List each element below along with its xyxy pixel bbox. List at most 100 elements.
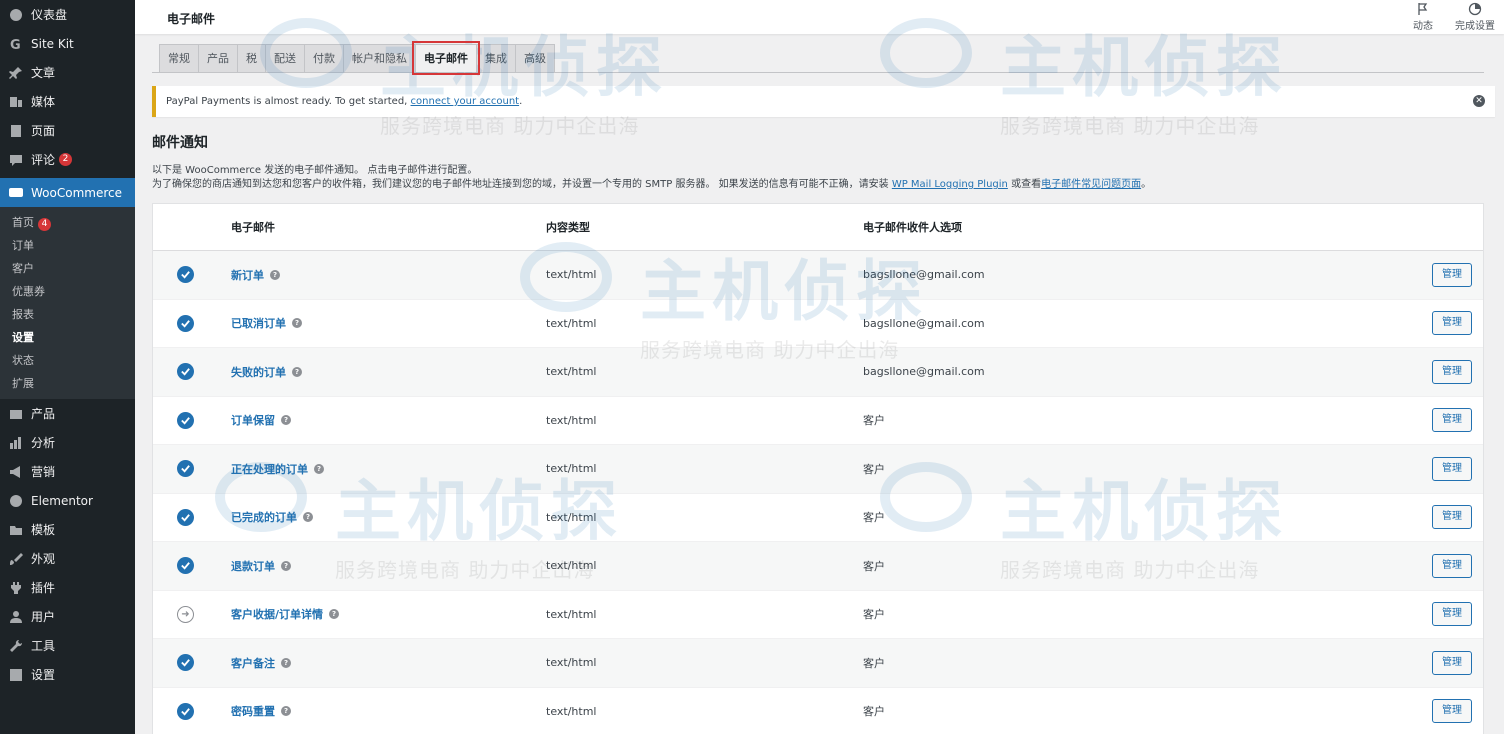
sidebar-item-b4[interactable]: 模板 [0,515,135,544]
table-row: 已完成的订单? text/html 客户 管理 [153,494,1483,542]
email-name-link[interactable]: 订单保留? [231,397,291,445]
tab-5[interactable]: 帐户和隐私 [343,44,416,72]
sidebar-item-t6[interactable]: WooCommerce [0,178,135,207]
email-name-link[interactable]: 正在处理的订单? [231,445,324,493]
email-name: 密码重置 [231,705,275,719]
email-name-link[interactable]: 已取消订单? [231,300,302,348]
table-header-row: 电子邮件 内容类型 电子邮件收件人选项 [153,204,1483,251]
sidebar-item-t1[interactable]: G Site Kit [0,29,135,58]
sidebar-item-label: 插件 [31,581,56,595]
sidebar-item-b3[interactable]: Elementor [0,486,135,515]
email-name-link[interactable]: 新订单? [231,251,280,299]
action-cell: 管理 [1432,688,1472,734]
help-icon[interactable]: ? [329,609,340,620]
manage-button[interactable]: 管理 [1432,456,1472,481]
wp-mail-logging-link[interactable]: WP Mail Logging Plugin [892,179,1008,190]
help-icon[interactable]: ? [303,512,313,523]
wrench-icon [9,639,23,653]
tab-2[interactable]: 税 [237,44,266,72]
help-icon[interactable]: ? [281,560,291,571]
tabs-divider [152,72,1484,73]
chart-icon [9,436,23,450]
submenu-item[interactable]: 优惠券 [0,280,135,303]
submenu-item[interactable]: 首页 4 [0,211,135,234]
sidebar-item-b1[interactable]: 分析 [0,428,135,457]
submenu-item[interactable]: 扩展 [0,372,135,395]
help-icon[interactable]: ? [281,657,291,668]
email-name-link[interactable]: 客户备注? [231,639,291,687]
activity-label: 动态 [1413,21,1433,32]
tab-6[interactable]: 电子邮件 [412,41,480,75]
count-badge: 4 [38,218,51,231]
email-name-link[interactable]: 失败的订单? [231,348,302,396]
sidebar-item-b0[interactable]: 产品 [0,399,135,428]
pin-icon [9,66,23,80]
manage-button[interactable]: 管理 [1432,602,1472,627]
sidebar-item-t3[interactable]: 媒体 [0,87,135,116]
enabled-check-icon [177,557,194,575]
manage-button[interactable]: 管理 [1432,311,1472,336]
status-cell [177,445,197,493]
svg-text:G: G [10,38,21,51]
email-faq-link[interactable]: 电子邮件常见问题页面 [1041,179,1141,190]
sidebar-item-b5[interactable]: 外观 [0,544,135,573]
status-cell [177,542,197,590]
help-icon[interactable]: ? [270,269,280,280]
manage-button[interactable]: 管理 [1432,262,1472,287]
paypal-notice: PayPal Payments is almost ready. To get … [152,86,1495,117]
email-name: 失败的订单 [231,365,286,379]
sidebar-item-t0[interactable]: 仪表盘 [0,0,135,29]
sidebar-item-t5[interactable]: 评论 2 [0,145,135,174]
table-row: 已取消订单? text/html bagsllone@gmail.com 管理 [153,300,1483,348]
action-cell: 管理 [1432,251,1472,299]
manage-button[interactable]: 管理 [1432,359,1472,384]
dismiss-icon[interactable]: ✕ [1473,95,1485,107]
tab-1[interactable]: 产品 [198,44,238,72]
status-cell [177,300,197,348]
email-name-link[interactable]: 密码重置? [231,688,291,734]
connect-account-link[interactable]: connect your account [411,96,520,107]
woocommerce-submenu: 首页 4 订单 客户优惠券报表 设置 状态 扩展 [0,207,135,399]
sidebar-item-b2[interactable]: 营销 [0,457,135,486]
recipient: bagsllone@gmail.com [863,268,985,282]
submenu-item-label: 优惠券 [12,285,45,298]
tab-0[interactable]: 常规 [159,44,199,72]
manage-button[interactable]: 管理 [1432,699,1472,724]
sidebar-item-t4[interactable]: 页面 [0,116,135,145]
manage-button[interactable]: 管理 [1432,553,1472,578]
sidebar-item-t2[interactable]: 文章 [0,58,135,87]
help-icon[interactable]: ? [292,366,302,377]
submenu-item[interactable]: 状态 [0,349,135,372]
help-icon[interactable]: ? [292,318,302,329]
intro-line-1: 以下是 WooCommerce 发送的电子邮件通知。 点击电子邮件进行配置。 [152,165,478,176]
tab-8[interactable]: 高级 [515,44,555,72]
manage-button[interactable]: 管理 [1432,650,1472,675]
enabled-check-icon [177,654,194,672]
sidebar-item-b8[interactable]: 工具 [0,631,135,660]
submenu-item[interactable]: 报表 [0,303,135,326]
help-icon[interactable]: ? [314,463,324,474]
tab-4[interactable]: 付款 [304,44,344,72]
manage-button[interactable]: 管理 [1432,505,1472,530]
status-cell: ➜ [177,591,197,639]
comment-icon [9,153,23,167]
sidebar-item-b7[interactable]: 用户 [0,602,135,631]
setup-button[interactable]: 完成设置 [1455,2,1495,32]
sidebar-item-b9[interactable]: 设置 [0,660,135,689]
email-name: 订单保留 [231,414,275,428]
email-name-link[interactable]: 已完成的订单? [231,494,313,542]
sidebar-item-label: 工具 [31,639,56,653]
help-icon[interactable]: ? [281,415,291,426]
manage-button[interactable]: 管理 [1432,408,1472,433]
email-name-link[interactable]: 客户收据/订单详情? [231,591,340,639]
submenu-item[interactable]: 客户 [0,257,135,280]
submenu-item[interactable]: 设置 [0,326,135,349]
tab-7[interactable]: 集成 [476,44,516,72]
sidebar-item-b6[interactable]: 插件 [0,573,135,602]
action-cell: 管理 [1432,348,1472,396]
activity-button[interactable]: 动态 [1413,2,1433,32]
email-name-link[interactable]: 退款订单? [231,542,291,590]
submenu-item[interactable]: 订单 [0,234,135,257]
tab-3[interactable]: 配送 [265,44,305,72]
help-icon[interactable]: ? [281,706,291,717]
